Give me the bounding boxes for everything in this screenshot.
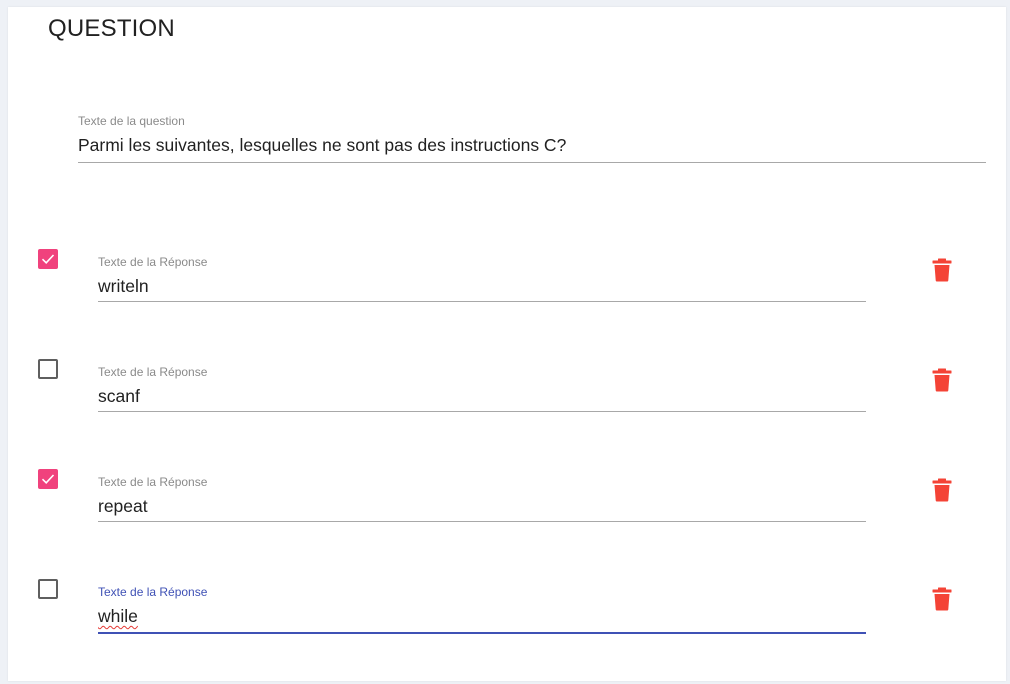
question-card: QUESTION Texte de la question Parmi les … [8, 7, 1006, 681]
answer-2-field[interactable]: Texte de la Réponse scanf [98, 365, 866, 412]
answer-1-field[interactable]: Texte de la Réponse writeln [98, 255, 866, 302]
answer-4-label: Texte de la Réponse [98, 585, 208, 599]
answer-4-checkbox[interactable] [38, 579, 58, 599]
answer-2-delete-button[interactable] [932, 368, 952, 392]
answer-4-field[interactable]: Texte de la Réponse while [98, 585, 866, 634]
answer-3-checkbox[interactable] [38, 469, 58, 489]
answer-2-underline [98, 411, 866, 412]
answer-4-text: while [98, 606, 138, 626]
card-title: QUESTION [48, 15, 175, 42]
answer-3-delete-button[interactable] [932, 478, 952, 502]
trash-icon [932, 368, 952, 392]
answer-1-label: Texte de la Réponse [98, 255, 208, 269]
question-text-label: Texte de la question [78, 114, 185, 128]
answer-4-delete-button[interactable] [932, 587, 952, 611]
answer-3-underline [98, 521, 866, 522]
answer-3-input[interactable]: repeat [98, 495, 866, 519]
answer-2-checkbox[interactable] [38, 359, 58, 379]
answer-2-label: Texte de la Réponse [98, 365, 208, 379]
answer-1-underline [98, 301, 866, 302]
answer-1-delete-button[interactable] [932, 258, 952, 282]
question-text-field[interactable]: Texte de la question Parmi les suivantes… [78, 114, 986, 163]
checkmark-icon [41, 474, 55, 484]
trash-icon [932, 587, 952, 611]
answer-4-input[interactable]: while [98, 605, 866, 629]
trash-icon [932, 478, 952, 502]
answer-4-underline [98, 632, 866, 634]
question-text-input[interactable]: Parmi les suivantes, lesquelles ne sont … [78, 134, 986, 158]
answer-3-label: Texte de la Réponse [98, 475, 208, 489]
checkmark-icon [41, 254, 55, 264]
answer-1-checkbox[interactable] [38, 249, 58, 269]
answer-2-input[interactable]: scanf [98, 385, 866, 409]
question-text-underline [78, 162, 986, 163]
answer-3-field[interactable]: Texte de la Réponse repeat [98, 475, 866, 522]
answer-1-input[interactable]: writeln [98, 275, 866, 299]
trash-icon [932, 258, 952, 282]
